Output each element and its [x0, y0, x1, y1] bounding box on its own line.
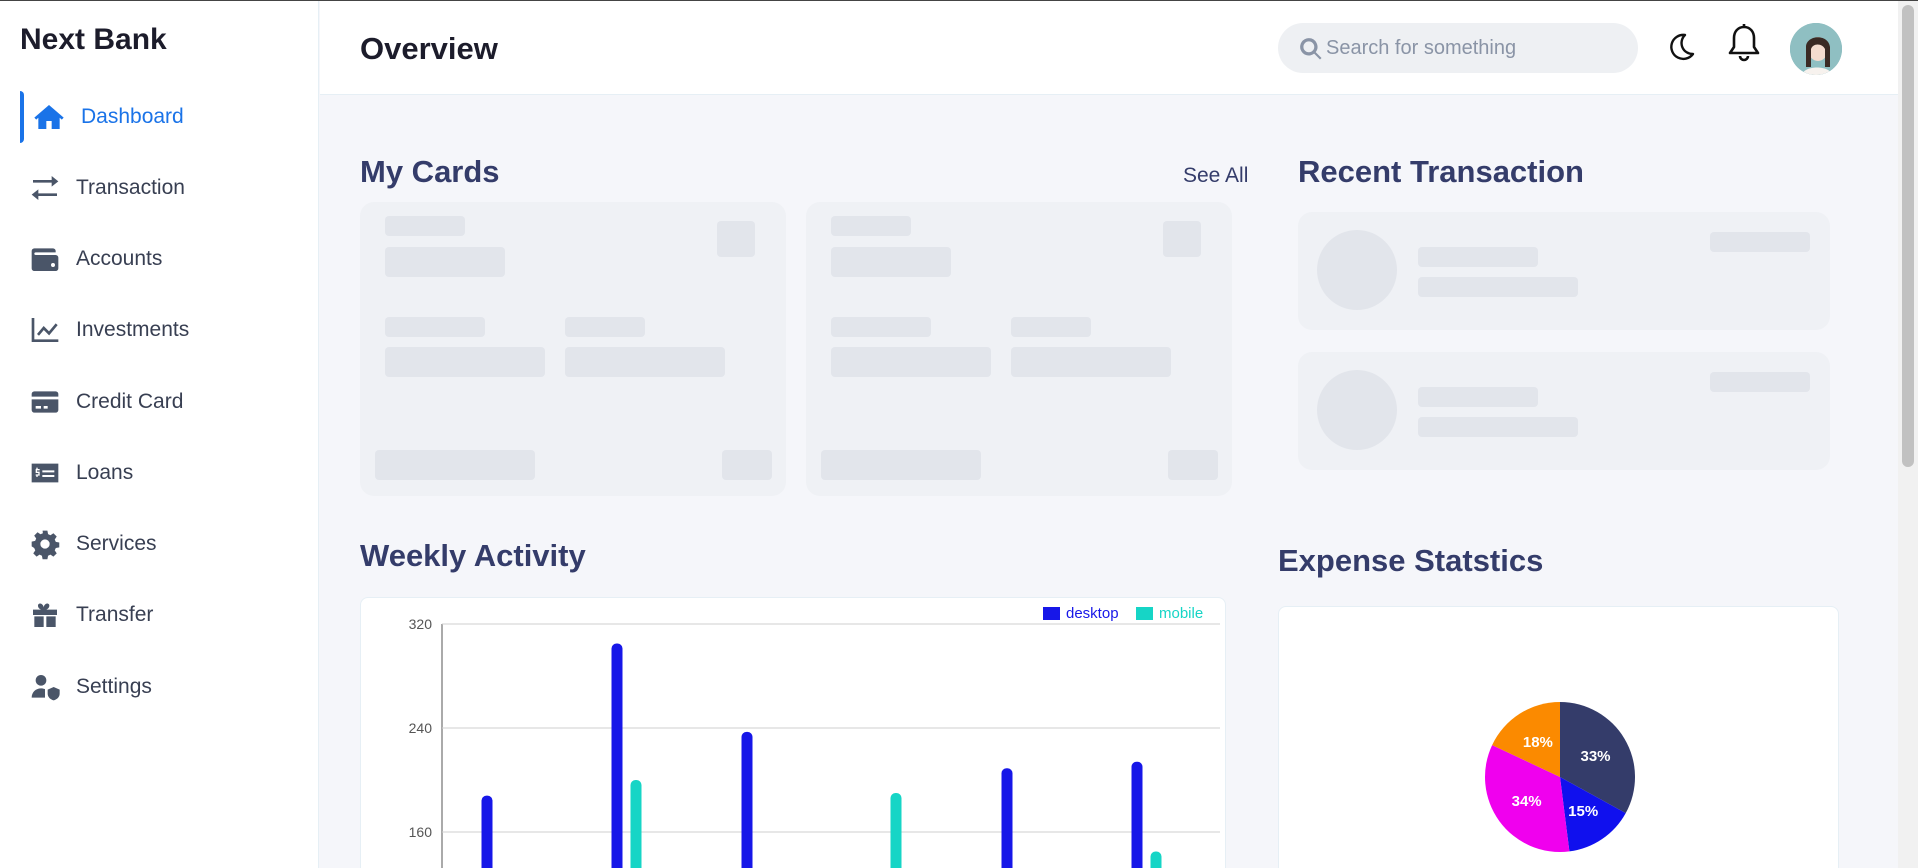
sidebar-item-dashboard[interactable]: Dashboard: [0, 87, 319, 147]
bar-desktop[interactable]: [481, 795, 493, 868]
top-header: Overview: [320, 1, 1898, 95]
bar-chart: 160 240 320 desktop mobile: [409, 605, 1220, 868]
transaction-placeholder: [1298, 352, 1830, 470]
scrollbar-thumb[interactable]: [1902, 5, 1914, 467]
weekly-activity-title: Weekly Activity: [360, 538, 586, 573]
moon-icon[interactable]: [1665, 31, 1697, 63]
sidebar-item-label: Dashboard: [81, 105, 184, 128]
legend-swatch: [1043, 607, 1060, 620]
gear-icon: [29, 528, 61, 560]
bar-mobile[interactable]: [630, 780, 642, 868]
avatar[interactable]: [1790, 23, 1842, 75]
transaction-placeholder: [1298, 212, 1830, 330]
sidebar-item-transaction[interactable]: Transaction: [0, 158, 319, 218]
bar-desktop[interactable]: [741, 731, 753, 868]
home-icon: [33, 101, 65, 133]
sidebar-item-loans[interactable]: Loans: [0, 443, 319, 503]
sidebar-item-label: Investments: [76, 318, 190, 341]
see-all-link[interactable]: See All: [1183, 164, 1248, 188]
search-input[interactable]: [1326, 33, 1616, 63]
bell-icon[interactable]: [1725, 23, 1763, 65]
credit-card-icon: [29, 386, 61, 418]
card-placeholder: [360, 202, 786, 496]
page-title: Overview: [360, 31, 498, 66]
bar-desktop[interactable]: [1001, 768, 1013, 868]
pie-slice-label: 15%: [1568, 803, 1598, 820]
brand-name: Next Bank: [20, 23, 167, 56]
sidebar-item-label: Accounts: [76, 247, 163, 270]
wallet-icon: [29, 243, 61, 275]
sidebar-item-services[interactable]: Services: [0, 514, 319, 574]
sidebar-item-credit-card[interactable]: Credit Card: [0, 372, 319, 432]
pie-slice-label: 18%: [1523, 734, 1553, 751]
sidebar-item-label: Services: [76, 532, 157, 555]
sidebar: Next Bank Dashboard Transaction Accounts…: [0, 1, 319, 868]
sidebar-item-settings[interactable]: Settings: [0, 657, 319, 717]
bar-mobile[interactable]: [1150, 851, 1162, 868]
sidebar-item-accounts[interactable]: Accounts: [0, 229, 319, 289]
transfer-arrows-icon: [29, 172, 61, 204]
sidebar-item-transfer[interactable]: Transfer: [0, 585, 319, 645]
legend-swatch: [1136, 607, 1153, 620]
bar-desktop[interactable]: [611, 643, 623, 868]
bar-desktop[interactable]: [1131, 761, 1143, 868]
gift-icon: [29, 599, 61, 631]
user-shield-icon: [29, 671, 61, 703]
weekly-activity-chart: 160 240 320 desktop mobile: [360, 597, 1226, 868]
my-cards-title: My Cards: [360, 154, 500, 189]
chart-line-icon: [29, 314, 61, 346]
pie-slice-label: 33%: [1580, 748, 1610, 765]
legend-label: desktop: [1066, 605, 1119, 622]
sidebar-item-label: Transfer: [76, 603, 154, 626]
sidebar-item-label: Transaction: [76, 176, 185, 199]
search-bar[interactable]: [1278, 23, 1638, 73]
legend-label: mobile: [1159, 605, 1203, 622]
expense-statistics-title: Expense Statstics: [1278, 543, 1544, 578]
y-tick-label: 320: [409, 616, 433, 632]
money-bill-icon: [29, 457, 61, 489]
pie-chart: 33% 15% 34% 18%: [1485, 702, 1635, 852]
pie-slice-label: 34%: [1512, 793, 1542, 810]
expense-statistics-chart: 33% 15% 34% 18%: [1278, 606, 1839, 868]
search-icon: [1298, 36, 1324, 62]
y-tick-label: 240: [409, 720, 433, 736]
sidebar-item-label: Credit Card: [76, 390, 184, 413]
sidebar-item-label: Loans: [76, 461, 134, 484]
sidebar-item-investments[interactable]: Investments: [0, 300, 319, 360]
card-placeholder: [806, 202, 1232, 496]
sidebar-item-label: Settings: [76, 675, 152, 698]
y-tick-label: 160: [409, 824, 433, 840]
recent-transaction-title: Recent Transaction: [1298, 154, 1584, 189]
bar-mobile[interactable]: [890, 793, 902, 868]
